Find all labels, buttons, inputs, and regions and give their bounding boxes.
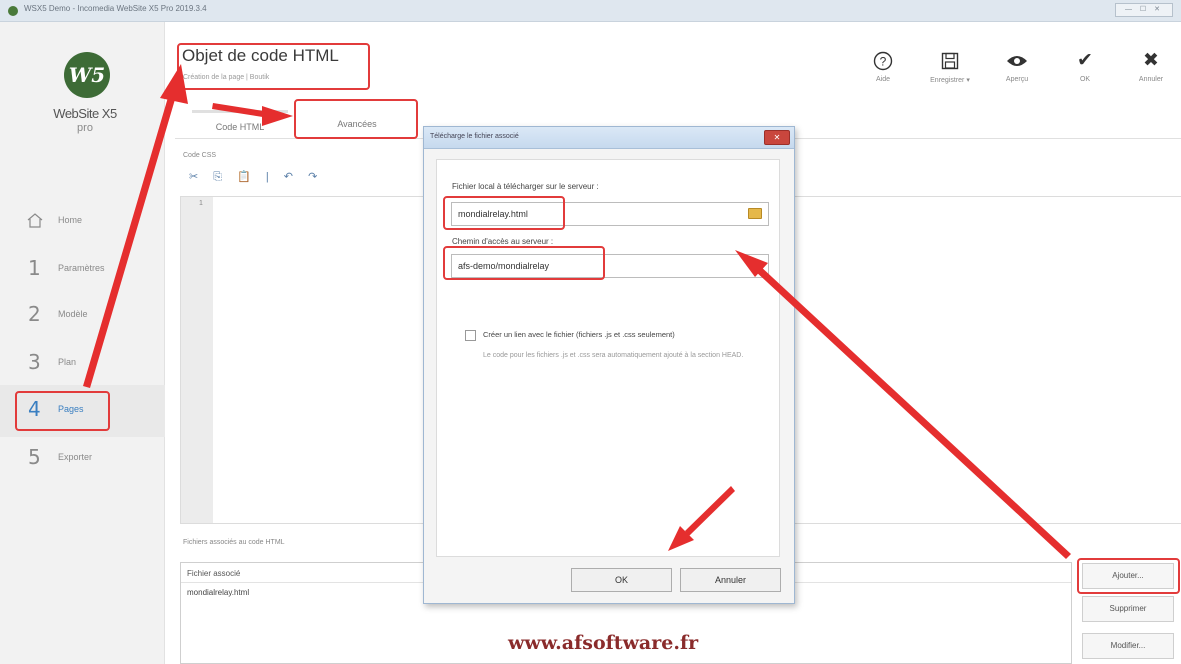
eye-icon — [989, 48, 1045, 74]
sidebar-item-label: Plan — [58, 357, 77, 367]
line-gutter: 1 — [181, 197, 213, 523]
sidebar-item-number: 3 — [28, 350, 41, 374]
help-label: Aide — [875, 76, 890, 83]
sidebar-item-parametres[interactable]: 1 Paramètres — [20, 252, 150, 286]
sidebar-item-exporter[interactable]: 5 Exporter — [20, 441, 150, 475]
folder-icon[interactable] — [748, 208, 762, 219]
dialog-title: Télécharge le fichier associé — [430, 133, 519, 140]
sidebar-item-label: Home — [58, 215, 83, 225]
css-code-label: Code CSS — [183, 152, 217, 159]
dialog-titlebar: Télécharge le fichier associé ✕ — [424, 127, 794, 149]
preview-button[interactable]: Aperçu — [989, 48, 1045, 98]
remove-file-button[interactable]: Supprimer — [1082, 596, 1174, 622]
brand-name: WebSite X5 — [53, 106, 117, 121]
add-highlight-box — [1077, 558, 1180, 594]
server-path-label: Chemin d'accès au serveur : — [452, 237, 554, 246]
checkmark-icon: ✔ — [1077, 50, 1093, 71]
watermark: www.afsoftware.fr — [508, 632, 699, 654]
file-highlight-box — [443, 196, 565, 230]
window-controls[interactable]: — ☐ ✕ — [1115, 3, 1173, 17]
dialog-cancel-button[interactable]: Annuler — [680, 568, 781, 592]
app-icon — [8, 6, 18, 16]
sidebar-item-label: Modèle — [58, 309, 88, 319]
sidebar: W5 WebSite X5 pro — [0, 22, 165, 664]
sidebar-item-label: Paramètres — [58, 263, 105, 273]
tab-code-html[interactable]: Code HTML — [192, 110, 288, 138]
save-button[interactable]: Enregistrer ▾ — [922, 48, 978, 98]
help-button[interactable]: ? Aide — [855, 48, 911, 98]
dialog-ok-button[interactable]: OK — [571, 568, 672, 592]
dialog-close-button[interactable]: ✕ — [764, 130, 790, 145]
create-link-checkbox[interactable] — [465, 330, 476, 341]
websitex5-logo: W5 — [64, 52, 110, 98]
sidebar-item-number: 1 — [28, 256, 41, 280]
help-glyph: ? — [880, 54, 887, 68]
edit-file-button[interactable]: Modifier... — [1082, 633, 1174, 659]
sidebar-item-label: Exporter — [58, 452, 93, 462]
sidebar-item-home[interactable]: Home — [20, 204, 150, 238]
editor-toolbar[interactable]: ✂ ⎘ 📋 | ↶ ↷ — [189, 170, 323, 184]
cancel-toolbar-label: Annuler — [1138, 76, 1164, 83]
sidebar-item-number: 5 — [28, 445, 41, 469]
home-icon — [27, 213, 43, 228]
sidebar-item-plan[interactable]: 3 Plan — [20, 346, 150, 380]
window-titlebar: WSX5 Demo - Incomedia WebSite X5 Pro 201… — [0, 0, 1181, 22]
css-code-editor[interactable]: 1 — [180, 196, 430, 524]
close-icon: ✖ — [1143, 50, 1159, 71]
create-link-label: Créer un lien avec le fichier (fichiers … — [483, 330, 675, 339]
cancel-toolbar-button[interactable]: ✖ Annuler — [1123, 48, 1179, 98]
preview-label: Aperçu — [1005, 76, 1029, 83]
save-label: Enregistrer ▾ — [930, 77, 970, 84]
column-header: Fichier associé — [187, 569, 241, 578]
window-title: WSX5 Demo - Incomedia WebSite X5 Pro 201… — [24, 4, 207, 13]
ok-toolbar-label: OK — [1079, 76, 1091, 83]
title-highlight-box — [177, 43, 370, 90]
css-code-editor-right[interactable] — [792, 196, 1181, 524]
table-row[interactable]: mondialrelay.html — [187, 588, 249, 597]
sidebar-item-modele[interactable]: 2 Modèle — [20, 298, 150, 332]
path-highlight-box — [443, 246, 605, 280]
local-file-label: Fichier local à télécharger sur le serve… — [452, 182, 599, 191]
save-icon — [922, 48, 978, 74]
ok-toolbar-button[interactable]: ✔ OK — [1057, 48, 1113, 98]
associated-files-label: Fichiers associés au code HTML — [183, 539, 285, 546]
tab-highlight-box — [294, 99, 418, 139]
help-icon: ? — [855, 48, 911, 74]
create-link-note: Le code pour les fichiers .js et .css se… — [483, 352, 744, 359]
pages-highlight-box — [15, 391, 110, 431]
brand-edition: pro — [77, 122, 93, 134]
sidebar-item-number: 2 — [28, 302, 41, 326]
